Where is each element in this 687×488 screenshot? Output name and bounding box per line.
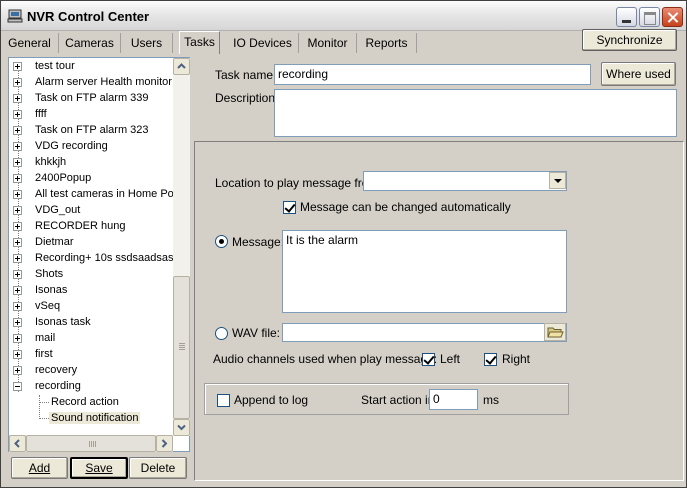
- chevron-left-icon: [14, 439, 20, 448]
- expand-icon[interactable]: [13, 158, 22, 167]
- start-action-unit: ms: [483, 393, 499, 407]
- tab-io-devices[interactable]: IO Devices: [227, 33, 299, 53]
- audio-channels-label: Audio channels used when play message:: [213, 352, 438, 366]
- tree-horizontal-scrollbar[interactable]: [9, 435, 173, 452]
- location-select[interactable]: [363, 171, 567, 191]
- append-log-label: Append to log: [234, 393, 309, 407]
- tab-reports[interactable]: Reports: [357, 33, 417, 53]
- auto-change-label: Message can be changed automatically: [300, 200, 511, 214]
- start-action-label: Start action in: [361, 393, 435, 407]
- scroll-left-button[interactable]: [9, 435, 26, 452]
- expand-icon[interactable]: [13, 254, 22, 263]
- synchronize-button[interactable]: Synchronize: [582, 29, 677, 51]
- expand-icon[interactable]: [13, 126, 22, 135]
- tab-users[interactable]: Users: [121, 33, 173, 53]
- chevron-right-icon: [161, 439, 168, 448]
- save-button[interactable]: Save: [70, 457, 128, 479]
- tab-cameras[interactable]: Cameras: [59, 33, 121, 53]
- chevron-down-icon: [177, 424, 186, 431]
- expand-icon[interactable]: [13, 366, 22, 375]
- wav-file-radio[interactable]: [215, 327, 228, 340]
- tab-monitor[interactable]: Monitor: [299, 33, 357, 53]
- tree-line: [39, 402, 49, 403]
- browse-button[interactable]: [544, 323, 566, 341]
- expand-icon[interactable]: [13, 222, 22, 231]
- expand-icon[interactable]: [13, 142, 22, 151]
- scroll-down-button[interactable]: [173, 419, 190, 436]
- location-label: Location to play message from:: [215, 176, 382, 190]
- tab-general[interactable]: General: [1, 33, 59, 53]
- tree-vertical-scrollbar[interactable]: [173, 58, 190, 436]
- minimize-button[interactable]: [616, 7, 637, 27]
- maximize-button[interactable]: [639, 7, 660, 27]
- expand-icon[interactable]: [13, 286, 22, 295]
- expand-icon[interactable]: [13, 238, 22, 247]
- collapse-icon[interactable]: [13, 382, 22, 391]
- auto-change-checkbox[interactable]: [283, 201, 296, 214]
- expand-icon[interactable]: [13, 78, 22, 87]
- tree-line: [39, 418, 49, 419]
- message-textarea[interactable]: It is the alarm: [282, 230, 567, 313]
- task-tree[interactable]: test tour Alarm server Health monitor Ta…: [8, 57, 190, 452]
- task-name-label: Task name:: [215, 68, 277, 82]
- chevron-up-icon: [177, 63, 186, 69]
- expand-icon[interactable]: [13, 318, 22, 327]
- description-input[interactable]: [274, 89, 677, 137]
- expand-icon[interactable]: [13, 334, 22, 343]
- task-name-input[interactable]: recording: [274, 64, 591, 85]
- wav-file-label: WAV file:: [232, 326, 281, 340]
- tree-line: [39, 395, 40, 419]
- start-action-input[interactable]: 0: [429, 389, 478, 410]
- expand-icon[interactable]: [13, 206, 22, 215]
- add-button[interactable]: Add: [11, 457, 68, 479]
- expand-icon[interactable]: [13, 110, 22, 119]
- expand-icon[interactable]: [13, 270, 22, 279]
- folder-icon: [547, 327, 564, 338]
- title-bar: NVR Control Center: [1, 1, 686, 31]
- scroll-up-button[interactable]: [173, 58, 190, 75]
- message-label: Message:: [232, 235, 285, 249]
- expand-icon[interactable]: [13, 174, 22, 183]
- window-title: NVR Control Center: [27, 9, 150, 24]
- expand-icon[interactable]: [13, 302, 22, 311]
- where-used-button[interactable]: Where used: [601, 62, 676, 86]
- message-radio[interactable]: [215, 235, 228, 248]
- close-button[interactable]: [662, 7, 683, 27]
- append-log-checkbox[interactable]: [217, 394, 230, 407]
- wav-file-input[interactable]: [282, 323, 567, 342]
- expand-icon[interactable]: [13, 62, 22, 71]
- tab-tasks[interactable]: Tasks: [179, 31, 220, 54]
- expand-icon[interactable]: [13, 94, 22, 103]
- left-channel-checkbox[interactable]: [422, 353, 435, 366]
- scroll-thumb[interactable]: [26, 435, 156, 452]
- left-channel-label: Left: [440, 352, 461, 366]
- chevron-down-icon[interactable]: [549, 172, 566, 189]
- app-window: NVR Control Center General Cameras Users…: [0, 0, 687, 488]
- computer-icon: [7, 9, 23, 23]
- right-channel-label: Right: [502, 352, 531, 366]
- expand-icon[interactable]: [13, 350, 22, 359]
- expand-icon[interactable]: [13, 190, 22, 199]
- description-label: Description:: [215, 91, 279, 105]
- scroll-right-button[interactable]: [156, 435, 173, 452]
- scroll-thumb[interactable]: [173, 276, 190, 419]
- right-channel-checkbox[interactable]: [484, 353, 497, 366]
- delete-button[interactable]: Delete: [129, 457, 187, 479]
